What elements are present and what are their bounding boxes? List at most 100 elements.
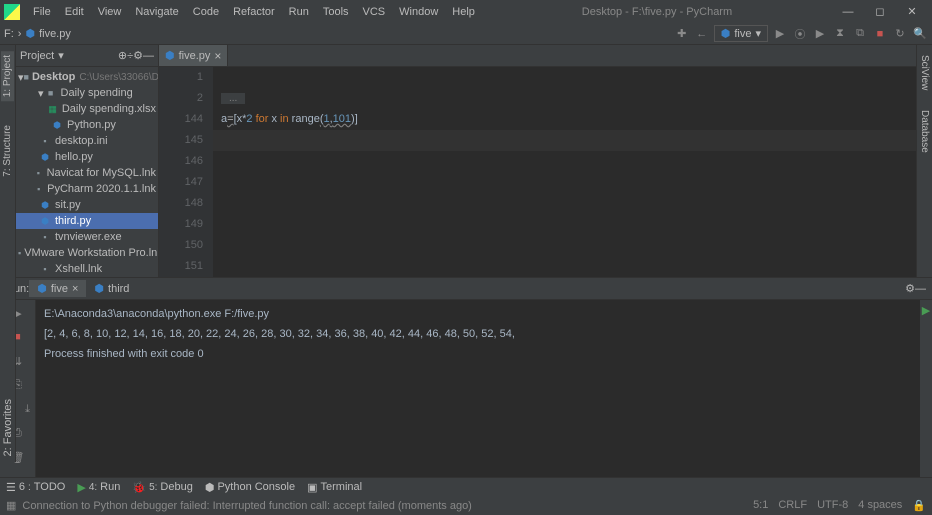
scroll-end-button[interactable]: ⤓ <box>19 400 37 418</box>
folder-icon: ■ <box>44 86 58 100</box>
sciview-tool-tab[interactable]: SciView <box>918 51 931 94</box>
line-number[interactable]: 145 <box>159 130 203 151</box>
close-tab-button[interactable]: × <box>214 49 221 63</box>
line-number[interactable]: 149 <box>159 214 203 235</box>
window-title: Desktop - F:\five.py - PyCharm <box>482 6 832 18</box>
tree-item[interactable]: ⬢hello.py <box>16 149 158 165</box>
line-number[interactable]: 147 <box>159 172 203 193</box>
breadcrumb-root[interactable]: F: <box>4 28 14 40</box>
folder-icon: ■ <box>24 70 29 84</box>
tree-root[interactable]: ▾ ■ Desktop C:\Users\33066\Desktop <box>16 69 158 85</box>
menu-file[interactable]: File <box>26 3 58 21</box>
python-file-icon: ⬢ <box>721 27 731 40</box>
database-tool-tab[interactable]: Database <box>918 106 931 157</box>
debug-tool-button[interactable]: 🐞5:Debug <box>132 481 192 494</box>
attach-button[interactable]: ⧉ <box>852 26 868 42</box>
menu-window[interactable]: Window <box>392 3 445 21</box>
menu-help[interactable]: Help <box>445 3 482 21</box>
caret-position[interactable]: 5:1 <box>753 499 768 512</box>
file-icon: ▪ <box>38 134 52 148</box>
tree-item[interactable]: ▦Daily spending.xlsx <box>16 101 158 117</box>
favorites-tool-tab[interactable]: 2: Favorites <box>2 399 14 456</box>
run-config-selector[interactable]: ⬢ five ▾ <box>714 25 768 42</box>
todo-tool-button[interactable]: ☰6:TODO <box>6 481 65 494</box>
breadcrumb-file[interactable]: five.py <box>39 28 71 40</box>
file-encoding[interactable]: UTF-8 <box>817 499 848 512</box>
menu-refactor[interactable]: Refactor <box>226 3 282 21</box>
update-button[interactable]: ↻ <box>892 26 908 42</box>
project-tool-tab[interactable]: 1: Project <box>1 51 14 101</box>
gear-icon[interactable]: ⚙ <box>905 282 915 295</box>
hide-button[interactable]: — <box>915 283 926 295</box>
project-panel: Project ▾ ⊕ ÷ ⚙ — ▾ ■ Desktop C:\Users\3… <box>16 45 159 277</box>
tree-item[interactable]: ⬢third.py <box>16 213 158 229</box>
console-output[interactable]: E:\Anaconda3\anaconda\python.exe F:/five… <box>36 300 920 477</box>
indent-info[interactable]: 4 spaces <box>858 499 902 512</box>
line-number[interactable]: 144 <box>159 109 203 130</box>
run-tab-five[interactable]: ⬢ five × <box>29 280 86 297</box>
menu-tools[interactable]: Tools <box>316 3 356 21</box>
menu-code[interactable]: Code <box>186 3 226 21</box>
menu-view[interactable]: View <box>91 3 129 21</box>
project-panel-title: Project <box>20 50 54 62</box>
terminal-button[interactable]: ▣Terminal <box>307 481 362 494</box>
line-number[interactable]: 1 <box>159 67 203 88</box>
tree-item[interactable]: ▪VMware Workstation Pro.lnk <box>16 245 158 261</box>
tree-item[interactable]: ⬢sit.py <box>16 197 158 213</box>
profile-button[interactable]: ⧗ <box>832 26 848 42</box>
python-file-icon: ⬢ <box>37 282 47 295</box>
tree-item[interactable]: ▪Xshell.lnk <box>16 261 158 277</box>
line-number[interactable]: 148 <box>159 193 203 214</box>
run-tab-third[interactable]: ⬢ third <box>86 280 137 297</box>
add-config-button[interactable]: ✚ <box>674 26 690 42</box>
title-bar: FileEditViewNavigateCodeRefactorRunTools… <box>0 0 932 23</box>
run-panel: Run: ⬢ five × ⬢ third ⚙ — ▶ ■ ⇊ ⎘ ↲⤓ ⎙ 🗑… <box>0 277 932 477</box>
line-number[interactable]: 146 <box>159 151 203 172</box>
minimize-button[interactable]: — <box>832 2 864 22</box>
close-icon[interactable]: × <box>72 283 78 295</box>
back-button[interactable]: ← <box>694 26 710 42</box>
tree-item[interactable]: ▾■Daily spending <box>16 85 158 101</box>
stop-button[interactable]: ■ <box>872 26 888 42</box>
gear-icon[interactable]: ⚙ <box>133 49 143 62</box>
code-editor[interactable]: ... a=[x*2 for x in range(1,101)] print(… <box>213 67 920 277</box>
python-console-button[interactable]: ⬢Python Console <box>205 481 295 494</box>
lock-icon[interactable]: 🔒 <box>912 499 926 512</box>
run-tool-button[interactable]: ▶4:Run <box>77 481 120 494</box>
run-arrow-icon[interactable]: ▶ <box>922 304 930 317</box>
run-button[interactable]: ▶ <box>772 26 788 42</box>
menu-run[interactable]: Run <box>282 3 316 21</box>
menu-edit[interactable]: Edit <box>58 3 91 21</box>
chevron-down-icon[interactable]: ▾ <box>58 49 64 62</box>
line-number[interactable]: 151 <box>159 256 203 277</box>
file-icon: ▪ <box>38 262 52 276</box>
maximize-button[interactable]: ◻ <box>864 2 896 22</box>
python-file-icon: ⬢ <box>165 49 175 62</box>
editor-tab[interactable]: ⬢ five.py × <box>159 45 228 66</box>
close-button[interactable]: ✕ <box>896 2 928 22</box>
tree-item[interactable]: ▪PyCharm 2020.1.1.lnk <box>16 181 158 197</box>
tree-item[interactable]: ▪desktop.ini <box>16 133 158 149</box>
line-number[interactable]: 150 <box>159 235 203 256</box>
hide-button[interactable]: — <box>143 50 154 62</box>
py-icon: ⬢ <box>38 198 52 212</box>
line-number[interactable]: 2 <box>159 88 203 109</box>
debug-button[interactable]: ⦿ <box>792 26 808 42</box>
menu-vcs[interactable]: VCS <box>356 3 393 21</box>
menu-navigate[interactable]: Navigate <box>128 3 185 21</box>
project-tree[interactable]: ▾ ■ Desktop C:\Users\33066\Desktop ▾■Dai… <box>16 67 158 277</box>
tree-item[interactable]: ⬢Python.py <box>16 117 158 133</box>
status-bar-widget-icon[interactable]: ▦ <box>6 499 16 512</box>
search-button[interactable]: 🔍 <box>912 26 928 42</box>
tree-item[interactable]: ▪Navicat for MySQL.lnk <box>16 165 158 181</box>
file-icon: ▪ <box>33 166 44 180</box>
run-coverage-button[interactable]: ▶ <box>812 26 828 42</box>
gutter[interactable]: 12144145146147148149150151 <box>159 67 213 277</box>
left-tool-tabs: 1: Project 7: Structure <box>0 45 16 277</box>
line-separator[interactable]: CRLF <box>778 499 807 512</box>
select-opened-button[interactable]: ⊕ <box>118 49 127 62</box>
structure-tool-tab[interactable]: 7: Structure <box>1 121 14 181</box>
tree-item[interactable]: ▪tvnviewer.exe <box>16 229 158 245</box>
file-icon: ▪ <box>18 246 21 260</box>
python-file-icon: ⬢ <box>25 27 35 40</box>
